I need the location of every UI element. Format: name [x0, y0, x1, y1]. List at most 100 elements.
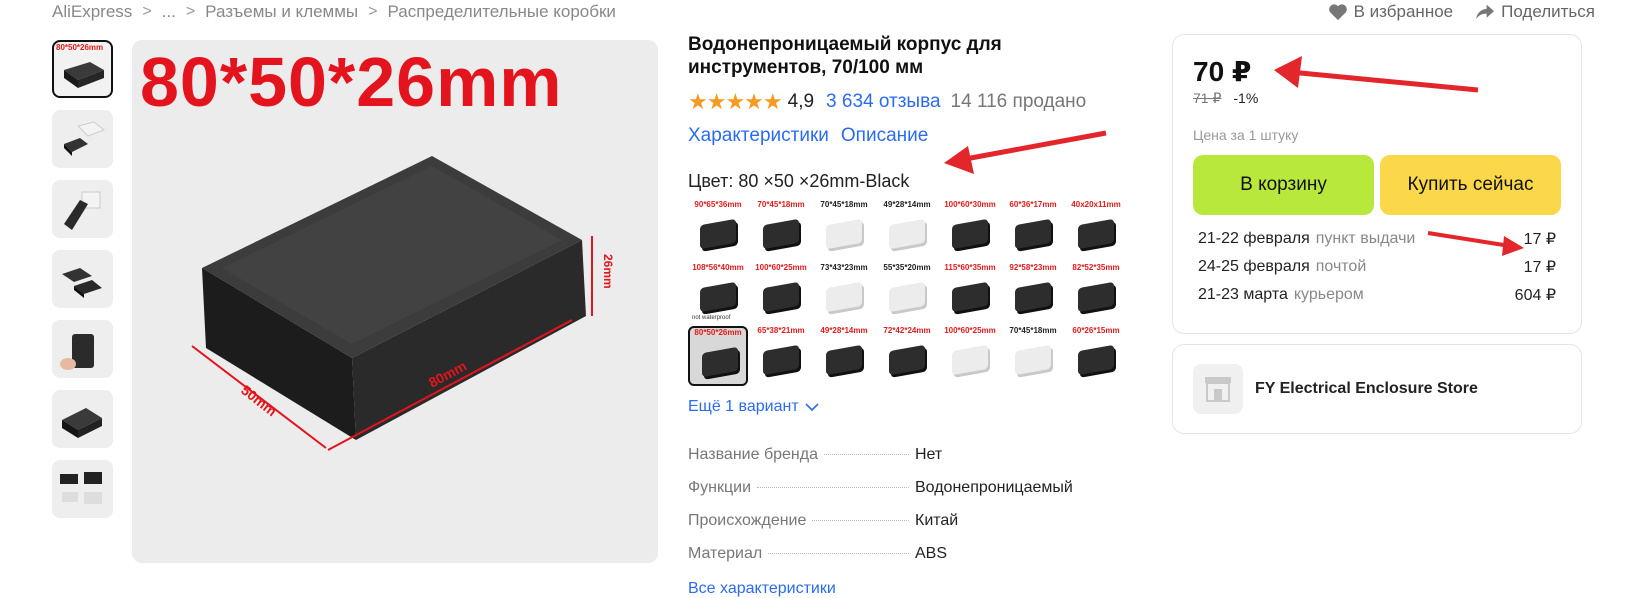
more-variants-link[interactable]: Ещё 1 вариант: [688, 398, 1128, 416]
delivery-price: 17 ₽: [1523, 259, 1556, 276]
spec-value: Китай: [915, 512, 959, 529]
add-to-cart-button[interactable]: В корзину: [1193, 155, 1374, 215]
variant-label: 49*28*14mm: [820, 326, 868, 335]
spec-key-cell: Функции: [688, 479, 915, 497]
variant-label: 55*35*20mm: [883, 263, 931, 272]
variant-enclosure-image: [1078, 218, 1114, 250]
spec-key-cell: Название бренда: [688, 446, 915, 464]
spec-key: Функции: [688, 479, 752, 496]
variant-option[interactable]: 115*60*35mm: [940, 263, 1000, 323]
variant-enclosure-image: [889, 218, 925, 250]
variant-option[interactable]: 72*42*24mm: [877, 326, 937, 386]
variant-option[interactable]: 40x20x11mm: [1066, 200, 1126, 260]
variant-grid: 90*65*36mm 70*45*18mm 70*45*18mm 49*28*14mm…: [688, 200, 1128, 386]
variant-option[interactable]: 92*58*23mm: [1003, 263, 1063, 323]
variant-option[interactable]: 100*60*30mm: [940, 200, 1000, 260]
spec-value: ABS: [915, 545, 948, 562]
variant-enclosure-image: [763, 281, 799, 313]
store-name[interactable]: FY Electrical Enclosure Store: [1255, 380, 1478, 398]
variant-option[interactable]: 49*28*14mm: [814, 326, 874, 386]
variant-option[interactable]: 65*38*21mm: [751, 326, 811, 386]
old-price-row: 71 ₽ -1%: [1193, 90, 1561, 107]
top-actions: В избранное Поделиться: [1328, 2, 1595, 22]
variant-label: 72*42*24mm: [883, 326, 931, 335]
variant-option[interactable]: 108*56*40mm not waterproof: [688, 263, 748, 323]
thumbnail-4[interactable]: [52, 250, 113, 308]
spec-row: Название бренда Нет: [688, 446, 1128, 479]
variant-enclosure-image: [952, 218, 988, 250]
variant-option[interactable]: 70*45*18mm: [751, 200, 811, 260]
spec-key-cell: Происхождение: [688, 512, 915, 530]
enclosure-set-image: [60, 472, 102, 504]
reviews-link[interactable]: 3 634 отзыва: [826, 91, 941, 113]
variant-enclosure-image: [700, 281, 736, 313]
variant-option[interactable]: 49*28*14mm: [877, 200, 937, 260]
variant-label: 73*43*23mm: [820, 263, 868, 272]
thumbnail-5[interactable]: [52, 320, 113, 378]
thumbnail-1[interactable]: 80*50*26mm: [52, 40, 113, 98]
variant-option[interactable]: 80*50*26mm: [688, 326, 748, 386]
spec-dots: [768, 553, 909, 554]
favorite-button[interactable]: В избранное: [1328, 2, 1453, 22]
variant-option[interactable]: 70*45*18mm: [814, 200, 874, 260]
variant-enclosure-image: [889, 344, 925, 376]
variant-label: 100*60*25mm: [944, 326, 996, 335]
product-title: Водонепроницаемый корпус для инструменто…: [688, 34, 1002, 78]
rating-value: 4,9: [787, 91, 815, 112]
delivery-row[interactable]: 21-23 марта курьером 604 ₽: [1193, 281, 1561, 309]
variant-enclosure-image: [700, 218, 736, 250]
variant-label: 40x20x11mm: [1071, 200, 1121, 209]
variant-option[interactable]: 100*60*25mm: [751, 263, 811, 323]
variant-option[interactable]: 55*35*20mm: [877, 263, 937, 323]
all-specs-link[interactable]: Все характеристики: [688, 580, 1128, 598]
variant-enclosure-image: [826, 218, 862, 250]
breadcrumb-ellipsis[interactable]: ...: [162, 2, 176, 22]
variant-option[interactable]: 60*36*17mm: [1003, 200, 1063, 260]
delivery-method: курьером: [1293, 286, 1364, 303]
delivery-method: пункт выдачи: [1315, 230, 1416, 247]
variant-enclosure-image: [763, 344, 799, 376]
breadcrumb-connectors[interactable]: Разъемы и клеммы: [205, 2, 358, 22]
delivery-row[interactable]: 21-22 февраля пункт выдачи 17 ₽: [1193, 225, 1561, 253]
variant-enclosure-image: [1078, 281, 1114, 313]
variant-label: 70*45*18mm: [757, 200, 805, 209]
variant-enclosure-image: [889, 281, 925, 313]
store-card[interactable]: FY Electrical Enclosure Store: [1172, 344, 1582, 434]
buy-now-button[interactable]: Купить сейчас: [1380, 155, 1561, 215]
delivery-date: 21-23 марта: [1198, 286, 1288, 303]
enclosure-black-image: [64, 62, 104, 88]
variant-option[interactable]: 82*52*35mm: [1066, 263, 1126, 323]
variant-option[interactable]: 70*45*18mm: [1003, 326, 1063, 386]
variant-option[interactable]: 60*26*15mm: [1066, 326, 1126, 386]
thumbnail-6[interactable]: [52, 390, 113, 448]
variant-enclosure-image: [952, 344, 988, 376]
thumbnail-2[interactable]: [52, 110, 113, 168]
variant-label: 108*56*40mm: [692, 263, 744, 272]
old-price: 71 ₽: [1193, 90, 1222, 106]
thumbnail-7[interactable]: [52, 460, 113, 518]
description-link[interactable]: Описание: [841, 125, 928, 147]
variant-label: 80*50*26mm: [694, 328, 742, 337]
delivery-row[interactable]: 24-25 февраля почтой 17 ₽: [1193, 253, 1561, 281]
thumbnail-3[interactable]: [52, 180, 113, 238]
main-product-image[interactable]: 80*50*26mm 50mm 80mm 26mm: [132, 40, 658, 563]
variant-option[interactable]: 73*43*23mm: [814, 263, 874, 323]
variant-label: 49*28*14mm: [883, 200, 931, 209]
delivery-date: 21-22 февраля: [1198, 230, 1310, 247]
variant-label: 100*60*30mm: [944, 200, 996, 209]
enclosure-side-image: [62, 408, 102, 438]
variant-option[interactable]: 100*60*25mm: [940, 326, 1000, 386]
spec-key: Материал: [688, 545, 763, 562]
spec-key: Название бренда: [688, 446, 818, 463]
product-info: Водонепроницаемый корпус для инструменто…: [688, 33, 1128, 598]
breadcrumb-aliexpress[interactable]: AliExpress: [52, 2, 132, 22]
variant-option[interactable]: 90*65*36mm: [688, 200, 748, 260]
variant-label: 115*60*35mm: [944, 263, 996, 272]
variant-enclosure-image: [1015, 281, 1051, 313]
share-button[interactable]: Поделиться: [1475, 2, 1595, 22]
dim-height-label: 26mm: [601, 254, 615, 289]
thumbnail-list: 80*50*26mm: [52, 40, 113, 518]
specs-link[interactable]: Характеристики: [688, 125, 829, 147]
enclosure-angle-image: [64, 191, 101, 230]
breadcrumb-junction-boxes[interactable]: Распределительные коробки: [388, 2, 616, 22]
